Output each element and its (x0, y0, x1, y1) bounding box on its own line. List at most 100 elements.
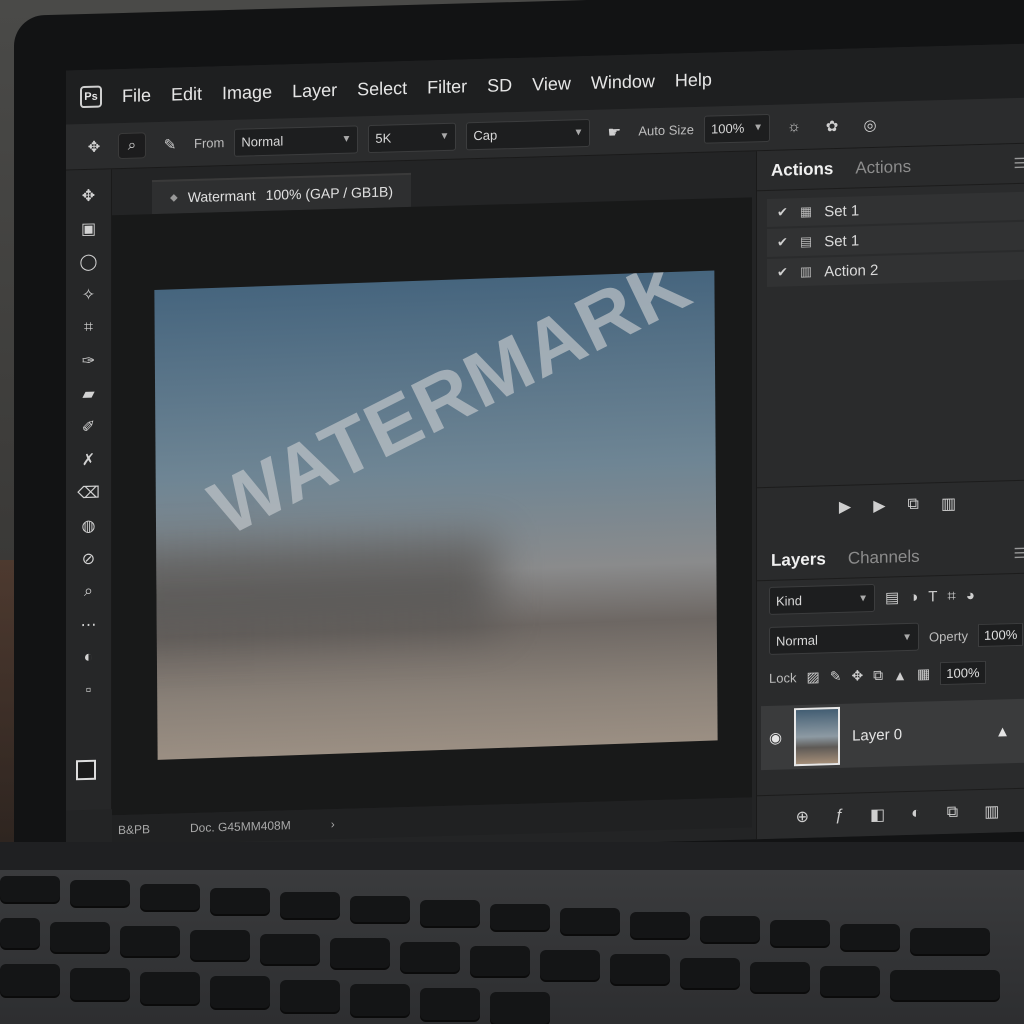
checkmark-icon[interactable]: ✔ (777, 234, 788, 250)
symmetry-icon[interactable]: ◎ (856, 111, 884, 138)
blend-mode-select[interactable]: Normal ▼ (769, 622, 919, 655)
link-layers-icon[interactable]: ⊕ (796, 806, 809, 826)
checkmark-icon[interactable]: ✔ (777, 204, 788, 220)
keyboard-key (630, 912, 690, 938)
tab-actions[interactable]: Actions (771, 159, 833, 181)
action-row[interactable]: ✔ ▤ Set 1 (767, 221, 1024, 257)
layer-lock-icon: ▲ (995, 722, 1010, 741)
adjustment-filter-icon[interactable]: ◑ (909, 588, 918, 605)
keyboard-key (190, 930, 250, 960)
menu-select[interactable]: Select (357, 78, 407, 100)
play-selection-icon[interactable]: ▶ (873, 495, 885, 515)
kind-filter-select[interactable]: Kind ▼ (769, 583, 875, 615)
gradient-icon[interactable]: ◍ (76, 516, 102, 537)
brush-icon[interactable]: ✐ (76, 417, 102, 438)
watermark-text: WATERMARK (196, 270, 704, 553)
tab-actions-secondary[interactable]: Actions (855, 156, 911, 178)
new-layer-icon[interactable]: ⧉ (947, 803, 958, 821)
screen-mode-icon[interactable]: ▫ (76, 681, 102, 702)
status-more-arrow[interactable]: › (331, 817, 335, 831)
menu-layer[interactable]: Layer (292, 79, 337, 101)
dodge-icon[interactable]: ⊘ (76, 549, 102, 570)
pixel-filter-icon[interactable]: ▤ (885, 588, 899, 606)
play-icon[interactable]: ▶ (839, 496, 851, 516)
lock-position-icon[interactable]: ✥ (851, 667, 863, 684)
lock-artboard-icon[interactable]: ⧉ (873, 667, 883, 684)
zoom-select[interactable]: 100% ▼ (704, 113, 770, 144)
keyboard-key (490, 904, 550, 930)
crop-icon[interactable]: ⌗ (76, 318, 102, 339)
brush-preset-icon[interactable]: ✎ (156, 131, 184, 158)
action-row[interactable]: ✔ ▦ Set 1 (767, 191, 1024, 227)
shape-filter-icon[interactable]: ⌗ (947, 587, 955, 604)
menu-file[interactable]: File (122, 85, 151, 107)
size-select[interactable]: 5K ▼ (368, 122, 457, 153)
airbrush-icon[interactable]: ☛ (600, 118, 628, 145)
smart-object-filter-icon[interactable]: ◕ (966, 587, 975, 604)
fill-input[interactable]: 100% (940, 660, 986, 686)
keyboard-key (260, 934, 320, 964)
action-row[interactable]: ✔ ▥ Action 2 (767, 251, 1024, 287)
status-doc-size: Doc. G45MM408M (190, 818, 291, 836)
search-icon[interactable]: ⌕ (118, 131, 146, 159)
cap-select-value: Cap (473, 127, 498, 144)
canvas-area[interactable]: WATERMARK (112, 197, 752, 816)
more-tools-icon[interactable]: ⋯ (76, 615, 102, 636)
menu-filter[interactable]: Filter (427, 76, 467, 98)
keyboard-key (70, 968, 130, 1000)
trash-icon[interactable]: ▥ (941, 493, 956, 513)
zoom-icon[interactable]: ⌕ (76, 582, 102, 603)
panel-menu-icon[interactable]: ☰ (1013, 545, 1024, 562)
lock-transparency-icon[interactable]: ▨ (806, 668, 819, 685)
document-image[interactable]: WATERMARK (154, 270, 718, 760)
foreground-color-swatch[interactable] (76, 759, 96, 781)
type-filter-icon[interactable]: T (928, 588, 937, 605)
opacity-input[interactable]: 100% (978, 622, 1024, 647)
chevron-down-icon: ▼ (858, 592, 868, 604)
pressure-icon[interactable]: ✿ (818, 112, 846, 139)
cap-select[interactable]: Cap ▼ (466, 118, 591, 150)
photoshop-window: Ps File Edit Image Layer Select Filter S… (66, 43, 1024, 859)
artboard-icon[interactable]: ▣ (76, 219, 102, 240)
keyboard-key (840, 924, 900, 950)
menu-window[interactable]: Window (591, 71, 655, 94)
menu-sd[interactable]: SD (487, 75, 512, 97)
adjustment-layer-icon[interactable]: ◐ (911, 804, 921, 822)
menu-view[interactable]: View (532, 73, 571, 95)
menu-image[interactable]: Image (222, 81, 272, 103)
keyboard-key (770, 920, 830, 946)
fx-icon[interactable]: ƒ (835, 806, 844, 824)
panel-menu-icon[interactable]: ☰ (1013, 155, 1024, 172)
app-logo-icon: Ps (80, 85, 102, 109)
clone-stamp-icon[interactable]: ✗ (76, 450, 102, 471)
actions-empty-area (757, 289, 1024, 487)
mode-select[interactable]: Normal ▼ (234, 124, 359, 157)
tab-layers[interactable]: Layers (771, 549, 826, 571)
eraser-icon[interactable]: ⌫ (76, 483, 102, 504)
add-mask-icon[interactable]: ◧ (870, 804, 885, 824)
menu-help[interactable]: Help (675, 69, 712, 91)
tab-channels[interactable]: Channels (848, 546, 920, 568)
menu-edit[interactable]: Edit (171, 83, 202, 105)
lasso-icon[interactable]: ◯ (76, 252, 102, 273)
lock-pixels-icon[interactable]: ✎ (830, 668, 842, 685)
new-action-icon[interactable]: ⧉ (908, 495, 919, 513)
move-icon[interactable]: ✥ (76, 186, 102, 207)
keyboard-key (210, 976, 270, 1008)
keyboard-key (420, 900, 480, 926)
settings-icon[interactable]: ☼ (780, 113, 808, 140)
close-icon[interactable]: ◆ (170, 192, 178, 203)
keyboard-key (680, 958, 740, 988)
checkmark-icon[interactable]: ✔ (777, 264, 788, 280)
lock-row: Lock ▨ ✎ ✥ ⧉ ▲ ▦ 100% (757, 653, 1024, 696)
layer-row[interactable]: ◉ Layer 0 ▲ (761, 698, 1024, 771)
quick-mask-icon[interactable]: ◐ (76, 648, 102, 669)
lock-all-icon[interactable]: ▲ (893, 667, 907, 683)
delete-layer-icon[interactable]: ▥ (984, 801, 999, 821)
healing-brush-icon[interactable]: ▰ (76, 384, 102, 405)
keyboard-key (210, 888, 270, 914)
visibility-eye-icon[interactable]: ◉ (769, 729, 782, 747)
magic-wand-icon[interactable]: ✧ (76, 285, 102, 306)
eyedropper-icon[interactable]: ✑ (76, 351, 102, 372)
move-tool-icon[interactable]: ✥ (80, 133, 108, 160)
